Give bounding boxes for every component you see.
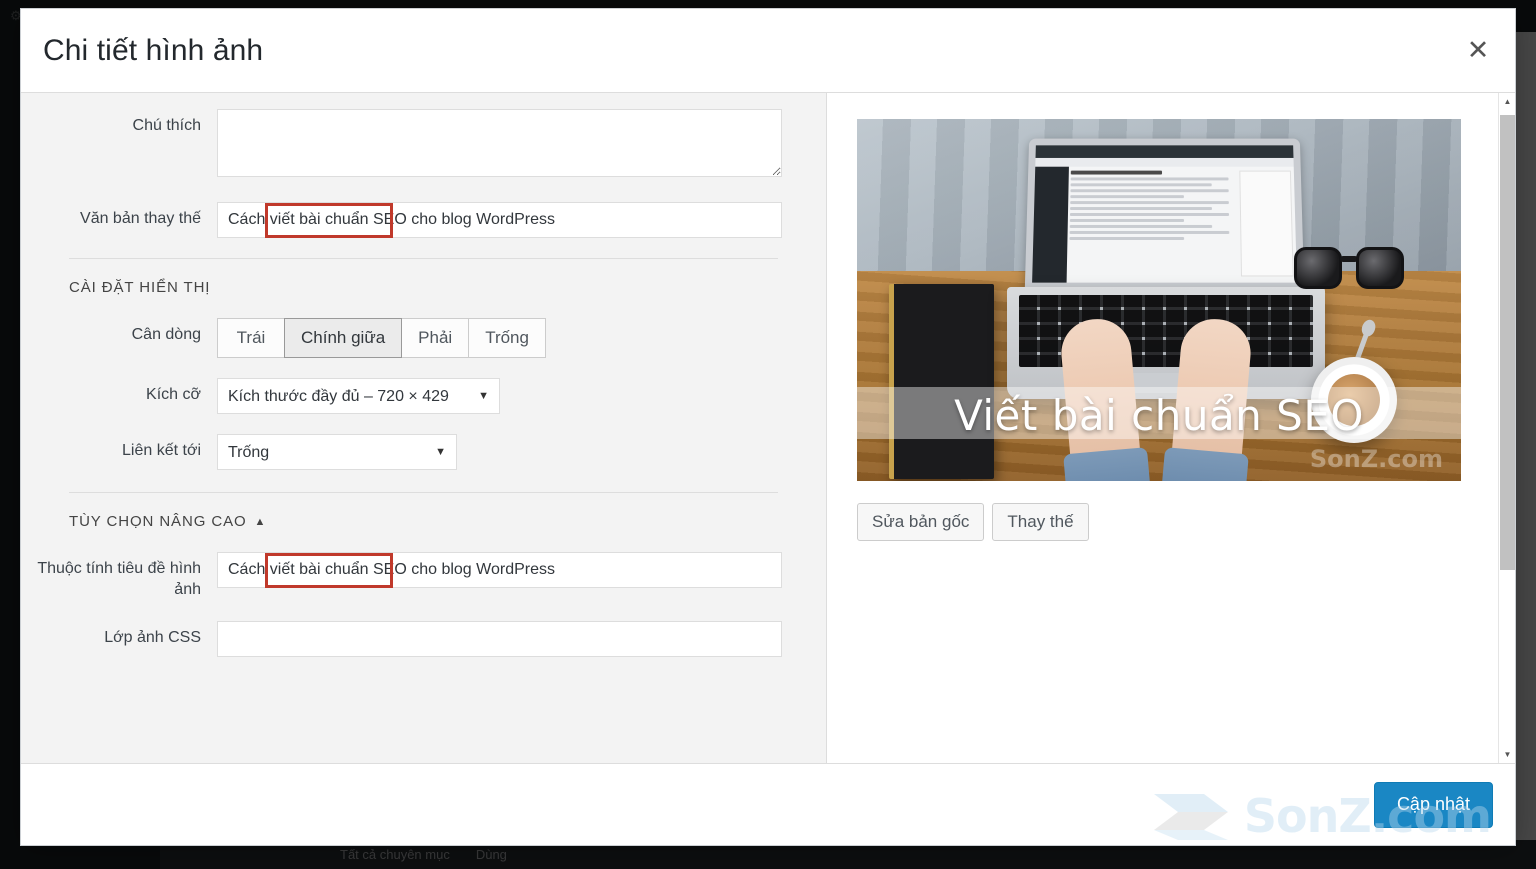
form-divider: [69, 258, 778, 259]
image-preview[interactable]: Viết bài chuẩn SEO SonZ.com: [857, 119, 1461, 481]
scroll-down-arrow-icon[interactable]: ▼: [1499, 746, 1515, 763]
preview-image-watermark: SonZ.com: [1309, 445, 1443, 473]
link-to-label: Liên kết tới: [122, 442, 201, 459]
edit-original-button[interactable]: Sửa bản gốc: [857, 503, 985, 541]
align-center-button[interactable]: Chính giữa: [284, 318, 403, 358]
advanced-heading-text: TÙY CHỌN NÂNG CAO: [69, 513, 247, 530]
display-settings-heading-text: CÀI ĐẶT HIỂN THỊ: [69, 279, 211, 296]
advanced-heading[interactable]: TÙY CHỌN NÂNG CAO ▲: [21, 513, 826, 530]
image-action-buttons: Sửa bản gốc Thay thế: [857, 503, 1515, 541]
caption-row: Chú thích: [21, 109, 826, 182]
preview-notebook: [889, 284, 994, 479]
image-details-modal: Chi tiết hình ảnh ✕ Chú thích Văn bản th…: [20, 8, 1516, 846]
size-select[interactable]: Kích thước đầy đủ – 720 × 429: [217, 378, 500, 414]
caption-textarea[interactable]: [217, 109, 782, 177]
scrollbar-thumb[interactable]: [1500, 115, 1515, 570]
align-left-button[interactable]: Trái: [217, 318, 285, 358]
alignment-label: Cân dòng: [131, 326, 201, 343]
close-icon[interactable]: ✕: [1453, 26, 1503, 76]
preview-pane: Viết bài chuẩn SEO SonZ.com Sửa bản gốc …: [827, 93, 1515, 763]
advanced-divider: [69, 492, 778, 493]
link-to-select[interactable]: Trống: [217, 434, 457, 470]
replace-button[interactable]: Thay thế: [992, 503, 1089, 541]
page-title: Chi tiết hình ảnh: [43, 33, 264, 67]
modal-footer: SonZ.com Cập nhật: [21, 763, 1515, 845]
css-class-label: Lớp ảnh CSS: [104, 628, 201, 646]
title-attr-label: Thuộc tính tiêu đề hình ảnh: [37, 560, 201, 598]
watermark-logo-icon: [1153, 794, 1228, 840]
update-button[interactable]: Cập nhật: [1373, 781, 1493, 828]
alt-text-label: Văn bản thay thế: [80, 210, 201, 227]
display-settings-heading: CÀI ĐẶT HIỂN THỊ: [21, 279, 826, 296]
preview-image-caption-text: Viết bài chuẩn SEO: [954, 391, 1364, 440]
alt-text-row: Văn bản thay thế: [21, 202, 826, 238]
alt-text-input[interactable]: [217, 202, 782, 238]
scroll-up-arrow-icon[interactable]: ▲: [1499, 93, 1515, 110]
size-label: Kích cỡ: [146, 386, 201, 403]
css-class-row: Lớp ảnh CSS: [21, 620, 826, 657]
caption-label: Chú thích: [132, 117, 201, 134]
align-right-button[interactable]: Phải: [401, 318, 470, 358]
preview-laptop-screen: [1024, 138, 1305, 290]
title-attr-row: Thuộc tính tiêu đề hình ảnh: [21, 552, 826, 601]
modal-scrollbar[interactable]: ▲ ▼: [1498, 93, 1515, 763]
link-to-row: Liên kết tới Trống ▼: [21, 434, 826, 470]
alignment-row: Cân dòng Trái Chính giữa Phải Trống: [21, 318, 826, 358]
align-none-button[interactable]: Trống: [468, 318, 546, 358]
modal-body: Chú thích Văn bản thay thế CÀI ĐẶT HIỂN …: [21, 93, 1515, 763]
caret-up-icon[interactable]: ▲: [255, 516, 267, 528]
settings-pane: Chú thích Văn bản thay thế CÀI ĐẶT HIỂN …: [21, 93, 827, 763]
title-attribute-input[interactable]: [217, 552, 782, 588]
preview-sunglasses: [1294, 247, 1404, 293]
size-row: Kích cỡ Kích thước đầy đủ – 720 × 429 ▼: [21, 378, 826, 414]
css-class-input[interactable]: [217, 620, 782, 657]
preview-laptop-base: [1007, 287, 1325, 399]
link-to-select-wrap: Trống ▼: [217, 434, 457, 470]
modal-header: Chi tiết hình ảnh ✕: [21, 9, 1515, 93]
alignment-button-group: Trái Chính giữa Phải Trống: [217, 318, 546, 358]
size-select-wrap: Kích thước đầy đủ – 720 × 429 ▼: [217, 378, 500, 414]
